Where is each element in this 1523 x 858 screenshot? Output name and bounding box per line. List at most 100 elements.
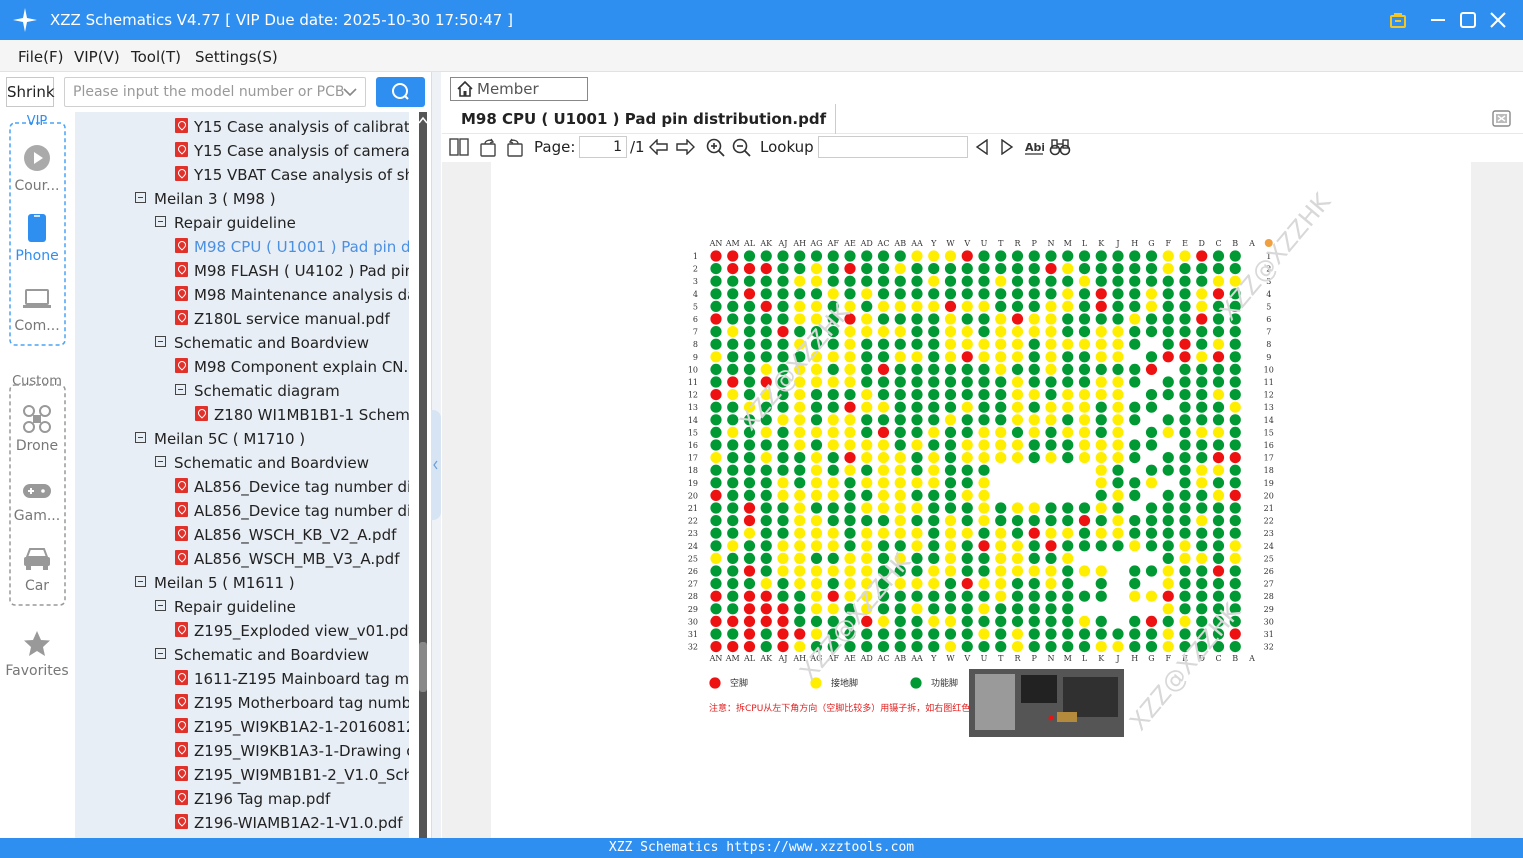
sidebar-item-favorites[interactable]: Favorites xyxy=(0,663,74,679)
sidebar-item-gaming[interactable]: Gam... xyxy=(0,508,74,524)
maximize-icon[interactable] xyxy=(1456,8,1480,32)
row-label: 17 xyxy=(688,454,698,463)
pin-dot xyxy=(1162,300,1174,312)
lookup-input[interactable] xyxy=(818,136,968,158)
tree-folder-item[interactable]: Schematic and Boardview xyxy=(155,451,369,475)
collapse-toggle-icon[interactable] xyxy=(155,456,166,467)
sidebar-item-car[interactable]: Car xyxy=(0,578,74,594)
find-next-icon[interactable] xyxy=(1000,139,1014,155)
column-label: P xyxy=(1032,654,1038,663)
pin-dot xyxy=(1028,401,1040,413)
collapse-toggle-icon[interactable] xyxy=(135,192,146,203)
tree-file-item[interactable]: Z180 WI1MB1B1-1 Schemati xyxy=(195,403,409,427)
sidebar-item-computer[interactable]: Com... xyxy=(0,318,74,334)
menu-settings[interactable]: Settings(S) xyxy=(195,48,278,66)
next-page-icon[interactable] xyxy=(675,139,695,155)
previous-page-icon[interactable] xyxy=(649,139,669,155)
sidebar-item-courses[interactable]: Cour... xyxy=(0,178,74,194)
tree-file-item[interactable]: AL856_Device tag number diagi xyxy=(175,475,409,499)
tree-file-item[interactable]: Z195_WI9KB1A3-1-Drawing of s xyxy=(175,739,409,763)
pdf-viewer[interactable]: AN AN AM AM AL AL AK AK AJ AJ AH AH AG AG AF AF AE AE AD AD… xyxy=(442,162,1523,838)
tree-file-item[interactable]: Y15 Case analysis of camera fail xyxy=(175,139,409,163)
document-tab[interactable]: M98 CPU ( U1001 ) Pad pin distribution.p… xyxy=(452,104,837,134)
tree-folder-item[interactable]: Schematic and Boardview xyxy=(155,331,369,355)
zoom-in-icon[interactable] xyxy=(706,138,725,157)
page-number-input[interactable]: 1 xyxy=(579,136,627,158)
tree-folder-item[interactable]: Meilan 5C ( M1710 ) xyxy=(135,427,305,451)
tree-file-item[interactable]: AL856_WSCH_KB_V2_A.pdf xyxy=(175,523,396,547)
shrink-button[interactable]: Shrink xyxy=(6,77,55,107)
collapse-toggle-icon[interactable] xyxy=(155,648,166,659)
model-search-input[interactable]: Please input the model number or PCB xyxy=(64,77,366,107)
close-icon[interactable] xyxy=(1486,8,1510,32)
pin-dot xyxy=(961,414,973,426)
collapse-toggle-icon[interactable] xyxy=(155,216,166,227)
collapse-toggle-icon[interactable] xyxy=(175,384,186,395)
sidebar-item-phone[interactable]: Phone xyxy=(0,248,74,264)
tree-folder-item[interactable]: Meilan 5 ( M1611 ) xyxy=(135,571,295,595)
minimize-icon[interactable] xyxy=(1426,8,1450,32)
tree-folder-item[interactable]: Repair guideline xyxy=(155,211,296,235)
play-icon[interactable] xyxy=(23,144,51,172)
search-button[interactable] xyxy=(376,77,425,107)
tree-file-item[interactable]: AL856_Device tag number diagi xyxy=(175,499,409,523)
tree-file-item[interactable]: Z196-WIAMB1A2-1-V1.0.pdf xyxy=(175,811,403,835)
pin-dot xyxy=(710,376,722,388)
pin-dot xyxy=(894,300,906,312)
car-icon[interactable] xyxy=(22,546,52,572)
tree-file-item[interactable]: Z196 Tag map.pdf xyxy=(175,787,330,811)
collapse-toggle-icon[interactable] xyxy=(155,336,166,347)
tree-file-item[interactable]: Z180L service manual.pdf xyxy=(175,307,390,331)
tree-file-item[interactable]: M98 FLASH ( U4102 ) Pad pin d xyxy=(175,259,409,283)
tree-file-item[interactable]: 1611-Z195 Mainboard tag map xyxy=(175,667,409,691)
match-case-icon[interactable]: Abi xyxy=(1024,139,1044,155)
menu-tool[interactable]: Tool(T) xyxy=(131,48,181,66)
rotate-left-icon[interactable] xyxy=(479,138,498,157)
tree-file-item[interactable]: M98 Component explain CN.pd xyxy=(175,355,409,379)
tree-file-item[interactable]: Z195_WI9KB1A2-1-20160812-Sc xyxy=(175,715,409,739)
tree-file-item[interactable]: M98 CPU ( U1001 ) Pad pin dist xyxy=(175,235,409,259)
laptop-icon[interactable] xyxy=(22,288,52,310)
tree-scrollbar[interactable] xyxy=(419,112,427,838)
sidebar-item-drone[interactable]: Drone xyxy=(0,438,74,454)
tree-folder-item[interactable]: Schematic and Boardview xyxy=(155,643,369,667)
tree-file-item[interactable]: Y15 Case analysis of calibration xyxy=(175,115,409,139)
tree-folder-item[interactable]: Meilan 3 ( M98 ) xyxy=(135,187,276,211)
find-previous-icon[interactable] xyxy=(975,139,989,155)
splitter-grip[interactable] xyxy=(431,410,441,520)
pin-dot xyxy=(794,515,806,527)
star-icon[interactable] xyxy=(22,629,52,659)
collapse-toggle-icon[interactable] xyxy=(155,600,166,611)
zoom-out-icon[interactable] xyxy=(732,138,751,157)
phone-icon[interactable] xyxy=(27,213,47,243)
chevron-down-icon[interactable] xyxy=(343,87,357,97)
tree-file-item[interactable]: AL856_WSCH_MB_V3_A.pdf xyxy=(175,547,399,571)
pin-dot xyxy=(710,439,722,451)
binoculars-icon[interactable] xyxy=(1049,138,1071,156)
gamepad-icon[interactable] xyxy=(22,482,52,500)
tree-file-item[interactable]: Z195 Motherboard tag number xyxy=(175,691,409,715)
tree-file-item[interactable]: Z195_WI9MB1B1-2_V1.0_Schem xyxy=(175,763,409,787)
tree-folder-item[interactable]: Repair guideline xyxy=(155,595,296,619)
vip-bag-icon[interactable] xyxy=(1386,8,1410,32)
two-page-view-icon[interactable] xyxy=(449,138,469,156)
tree-file-item[interactable]: Y15 VBAT Case analysis of short xyxy=(175,163,409,187)
tree-scroll-thumb[interactable] xyxy=(419,642,427,692)
pin-dot xyxy=(1229,263,1241,275)
tree-file-item[interactable]: M98 Maintenance analysis data xyxy=(175,283,409,307)
close-tab-icon[interactable] xyxy=(1492,110,1512,128)
menu-file[interactable]: File(F) xyxy=(18,48,63,66)
rotate-right-icon[interactable] xyxy=(505,138,524,157)
member-center-button[interactable]: Member Center xyxy=(450,77,588,120)
tree-folder-item[interactable]: Schematic diagram xyxy=(175,379,340,403)
pin-dot xyxy=(710,338,722,350)
pin-dot xyxy=(1045,515,1057,527)
pin-dot xyxy=(978,527,990,539)
pin-dot xyxy=(928,414,940,426)
collapse-toggle-icon[interactable] xyxy=(135,576,146,587)
scroll-up-icon[interactable] xyxy=(418,116,428,124)
menu-vip[interactable]: VIP(V) xyxy=(74,48,120,66)
collapse-toggle-icon[interactable] xyxy=(135,432,146,443)
tree-file-item[interactable]: Z195_Exploded view_v01.pdf xyxy=(175,619,409,643)
drone-icon[interactable] xyxy=(22,404,52,434)
